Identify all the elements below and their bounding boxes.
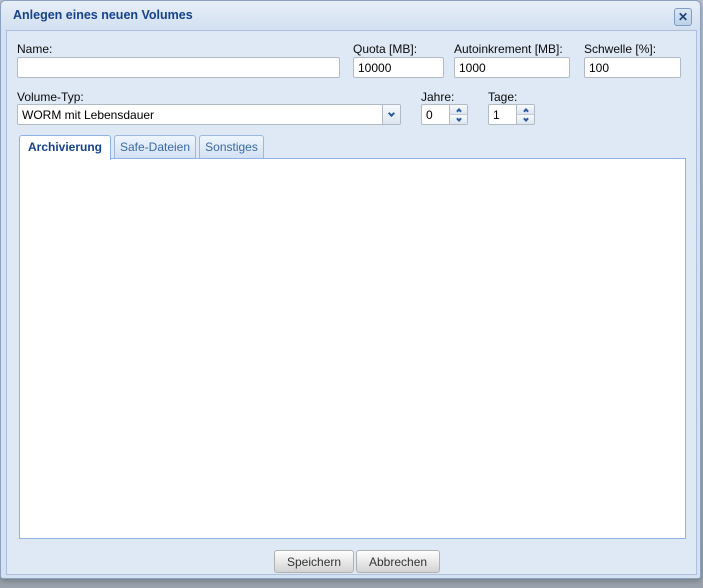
- chevron-down-icon[interactable]: [382, 105, 400, 124]
- years-label: Jahre:: [421, 90, 454, 104]
- tab-archivierung[interactable]: Archivierung: [19, 135, 111, 160]
- spinner-up-icon[interactable]: [450, 105, 467, 115]
- tab-content-panel: [19, 158, 686, 539]
- cancel-button[interactable]: Abbrechen: [356, 550, 440, 573]
- spinner-down-icon[interactable]: [450, 115, 467, 124]
- close-icon[interactable]: ✕: [674, 8, 692, 26]
- create-volume-dialog: Anlegen eines neuen Volumes ✕ Name: Quot…: [0, 0, 701, 579]
- name-input[interactable]: [17, 57, 340, 78]
- tab-safe-dateien[interactable]: Safe-Dateien: [114, 135, 196, 159]
- volume-type-select[interactable]: [17, 104, 401, 125]
- days-spinner[interactable]: [488, 104, 535, 125]
- spinner-down-icon[interactable]: [517, 115, 534, 124]
- quota-label: Quota [MB]:: [353, 42, 417, 56]
- autoincrement-label: Autoinkrement [MB]:: [454, 42, 563, 56]
- spinner-up-icon[interactable]: [517, 105, 534, 115]
- name-label: Name:: [17, 42, 52, 56]
- quota-input[interactable]: [353, 57, 444, 78]
- dialog-title: Anlegen eines neuen Volumes: [13, 8, 193, 22]
- autoincrement-input[interactable]: [454, 57, 570, 78]
- threshold-label: Schwelle [%]:: [584, 42, 656, 56]
- threshold-input[interactable]: [584, 57, 681, 78]
- volume-type-value[interactable]: [17, 104, 401, 125]
- tab-sonstiges[interactable]: Sonstiges: [199, 135, 264, 159]
- save-button[interactable]: Speichern: [274, 550, 354, 573]
- years-spinner[interactable]: [421, 104, 468, 125]
- volume-type-label: Volume-Typ:: [17, 90, 84, 104]
- dialog-titlebar: Anlegen eines neuen Volumes ✕: [1, 1, 700, 30]
- days-label: Tage:: [488, 90, 517, 104]
